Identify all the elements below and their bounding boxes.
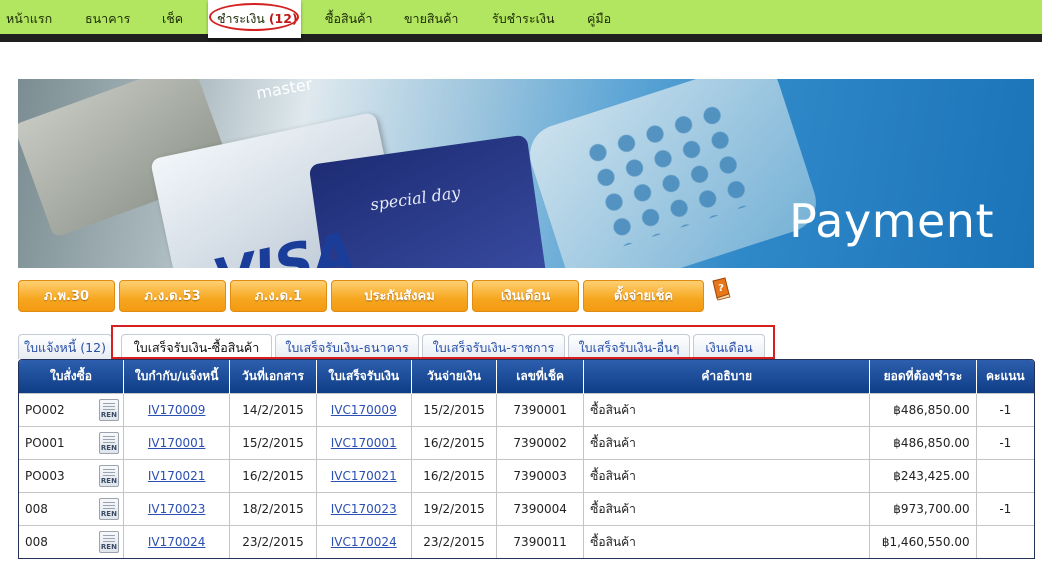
ren-document-icon[interactable]: REN <box>98 531 119 553</box>
table-row: 008 REN IV170024 23/2/2015 IVC170024 23/2… <box>19 525 1034 558</box>
receipt-link[interactable]: IVC170024 <box>331 535 397 549</box>
pay-date: 16/2/2015 <box>411 459 498 493</box>
invoice-link[interactable]: IV170009 <box>148 403 206 417</box>
column-header[interactable]: วันที่เอกสาร <box>229 360 317 394</box>
column-header[interactable]: วันจ่ายเงิน <box>411 360 498 394</box>
score <box>976 525 1034 558</box>
score <box>976 459 1034 493</box>
pp30-button[interactable]: ภ.พ.30 <box>18 280 115 312</box>
po-number: 008 <box>25 502 48 516</box>
banner-title: Payment <box>789 194 994 248</box>
doc-date: 15/2/2015 <box>229 426 317 460</box>
amount-due: ฿973,700.00 <box>869 492 977 526</box>
social-security-button[interactable]: ประกันสังคม <box>331 280 468 312</box>
nav-item-cheque[interactable]: เช็ค <box>162 9 183 29</box>
column-header[interactable]: ใบเสร็จรับเงิน <box>316 360 412 394</box>
po-number: 008 <box>25 535 48 549</box>
receipt-link[interactable]: IVC170001 <box>331 436 397 450</box>
pnd1-button[interactable]: ภ.ง.ด.1 <box>230 280 327 312</box>
table-row: PO002 REN IV170009 14/2/2015 IVC170009 15… <box>19 393 1034 427</box>
po-number: PO002 <box>25 403 65 417</box>
help-book-icon[interactable]: ? <box>710 277 732 301</box>
invoice-link[interactable]: IV170001 <box>148 436 206 450</box>
nav-item-receive[interactable]: รับชำระเงิน <box>492 9 555 29</box>
table-row: PO003 REN IV170021 16/2/2015 IVC170021 16… <box>19 459 1034 493</box>
nav-item-home[interactable]: หน้าแรก <box>6 9 52 29</box>
receipt-table: ใบสั่งซื้อ ใบกำกับ/แจ้งหนี้ วันที่เอกสาร… <box>18 359 1035 559</box>
score: -1 <box>976 393 1034 427</box>
pay-date: 19/2/2015 <box>411 492 498 526</box>
salary-button[interactable]: เงินเดือน <box>472 280 579 312</box>
description: ซื้อสินค้า <box>583 459 871 493</box>
doc-date: 14/2/2015 <box>229 393 317 427</box>
column-header[interactable]: ใบกำกับ/แจ้งหนี้ <box>123 360 231 394</box>
description: ซื้อสินค้า <box>583 426 871 460</box>
po-cell: 008 REN <box>19 492 124 526</box>
table-row: PO001 REN IV170001 15/2/2015 IVC170001 16… <box>19 426 1034 460</box>
ren-document-icon[interactable]: REN <box>98 498 119 520</box>
amount-due: ฿486,850.00 <box>869 393 977 427</box>
top-nav-divider <box>0 34 1042 42</box>
doc-date: 23/2/2015 <box>229 525 317 558</box>
table-header-row: ใบสั่งซื้อ ใบกำกับ/แจ้งหนี้ วันที่เอกสาร… <box>19 360 1034 394</box>
description: ซื้อสินค้า <box>583 492 871 526</box>
po-cell: PO001 REN <box>19 426 124 460</box>
ren-document-icon[interactable]: REN <box>98 465 119 487</box>
amount-due: ฿486,850.00 <box>869 426 977 460</box>
cheque-number: 7390001 <box>496 393 585 427</box>
po-cell: 008 REN <box>19 525 124 558</box>
invoice-link[interactable]: IV170021 <box>148 469 206 483</box>
column-header[interactable]: เลขที่เช็ค <box>496 360 585 394</box>
svg-text:?: ? <box>718 283 724 294</box>
invoice-link[interactable]: IV170023 <box>148 502 206 516</box>
table-row: 008 REN IV170023 18/2/2015 IVC170023 19/2… <box>19 492 1034 526</box>
doc-date: 18/2/2015 <box>229 492 317 526</box>
po-number: PO003 <box>25 469 65 483</box>
pnd53-button[interactable]: ภ.ง.ด.53 <box>119 280 226 312</box>
tab-highlight-box <box>111 325 775 359</box>
cheque-setup-button[interactable]: ตั้งจ่ายเช็ค <box>583 280 704 312</box>
nav-item-bank[interactable]: ธนาคาร <box>85 9 130 29</box>
invoice-link[interactable]: IV170024 <box>148 535 206 549</box>
pay-date: 15/2/2015 <box>411 393 498 427</box>
po-cell: PO002 REN <box>19 393 124 427</box>
tab-invoices[interactable]: ใบแจ้งหนี้ (12) <box>18 334 112 359</box>
mastercard-text: master <box>254 79 314 103</box>
cheque-number: 7390003 <box>496 459 585 493</box>
receipt-link[interactable]: IVC170021 <box>331 469 397 483</box>
cheque-number: 7390004 <box>496 492 585 526</box>
column-header[interactable]: ยอดที่ต้องชำระ <box>869 360 977 394</box>
description: ซื้อสินค้า <box>583 393 871 427</box>
receipt-link[interactable]: IVC170023 <box>331 502 397 516</box>
score: -1 <box>976 426 1034 460</box>
nav-item-manual[interactable]: คู่มือ <box>587 9 611 29</box>
po-cell: PO003 REN <box>19 459 124 493</box>
pay-date: 23/2/2015 <box>411 525 498 558</box>
nav-item-sales[interactable]: ขายสินค้า <box>404 9 458 29</box>
ren-document-icon[interactable]: REN <box>98 432 119 454</box>
description: ซื้อสินค้า <box>583 525 871 558</box>
column-header[interactable]: คะแนน <box>976 360 1034 394</box>
cheque-number: 7390011 <box>496 525 585 558</box>
pay-date: 16/2/2015 <box>411 426 498 460</box>
score: -1 <box>976 492 1034 526</box>
cheque-number: 7390002 <box>496 426 585 460</box>
nav-item-purchase[interactable]: ซื้อสินค้า <box>325 9 373 29</box>
payment-banner: VISA special day master Payment <box>18 79 1034 268</box>
receipt-link[interactable]: IVC170009 <box>331 403 397 417</box>
amount-due: ฿1,460,550.00 <box>869 525 977 558</box>
ren-document-icon[interactable]: REN <box>98 399 119 421</box>
nav-highlight-oval <box>209 3 299 31</box>
doc-date: 16/2/2015 <box>229 459 317 493</box>
amount-due: ฿243,425.00 <box>869 459 977 493</box>
po-number: PO001 <box>25 436 65 450</box>
column-header[interactable]: คำอธิบาย <box>583 360 871 394</box>
column-header[interactable]: ใบสั่งซื้อ <box>19 360 124 394</box>
